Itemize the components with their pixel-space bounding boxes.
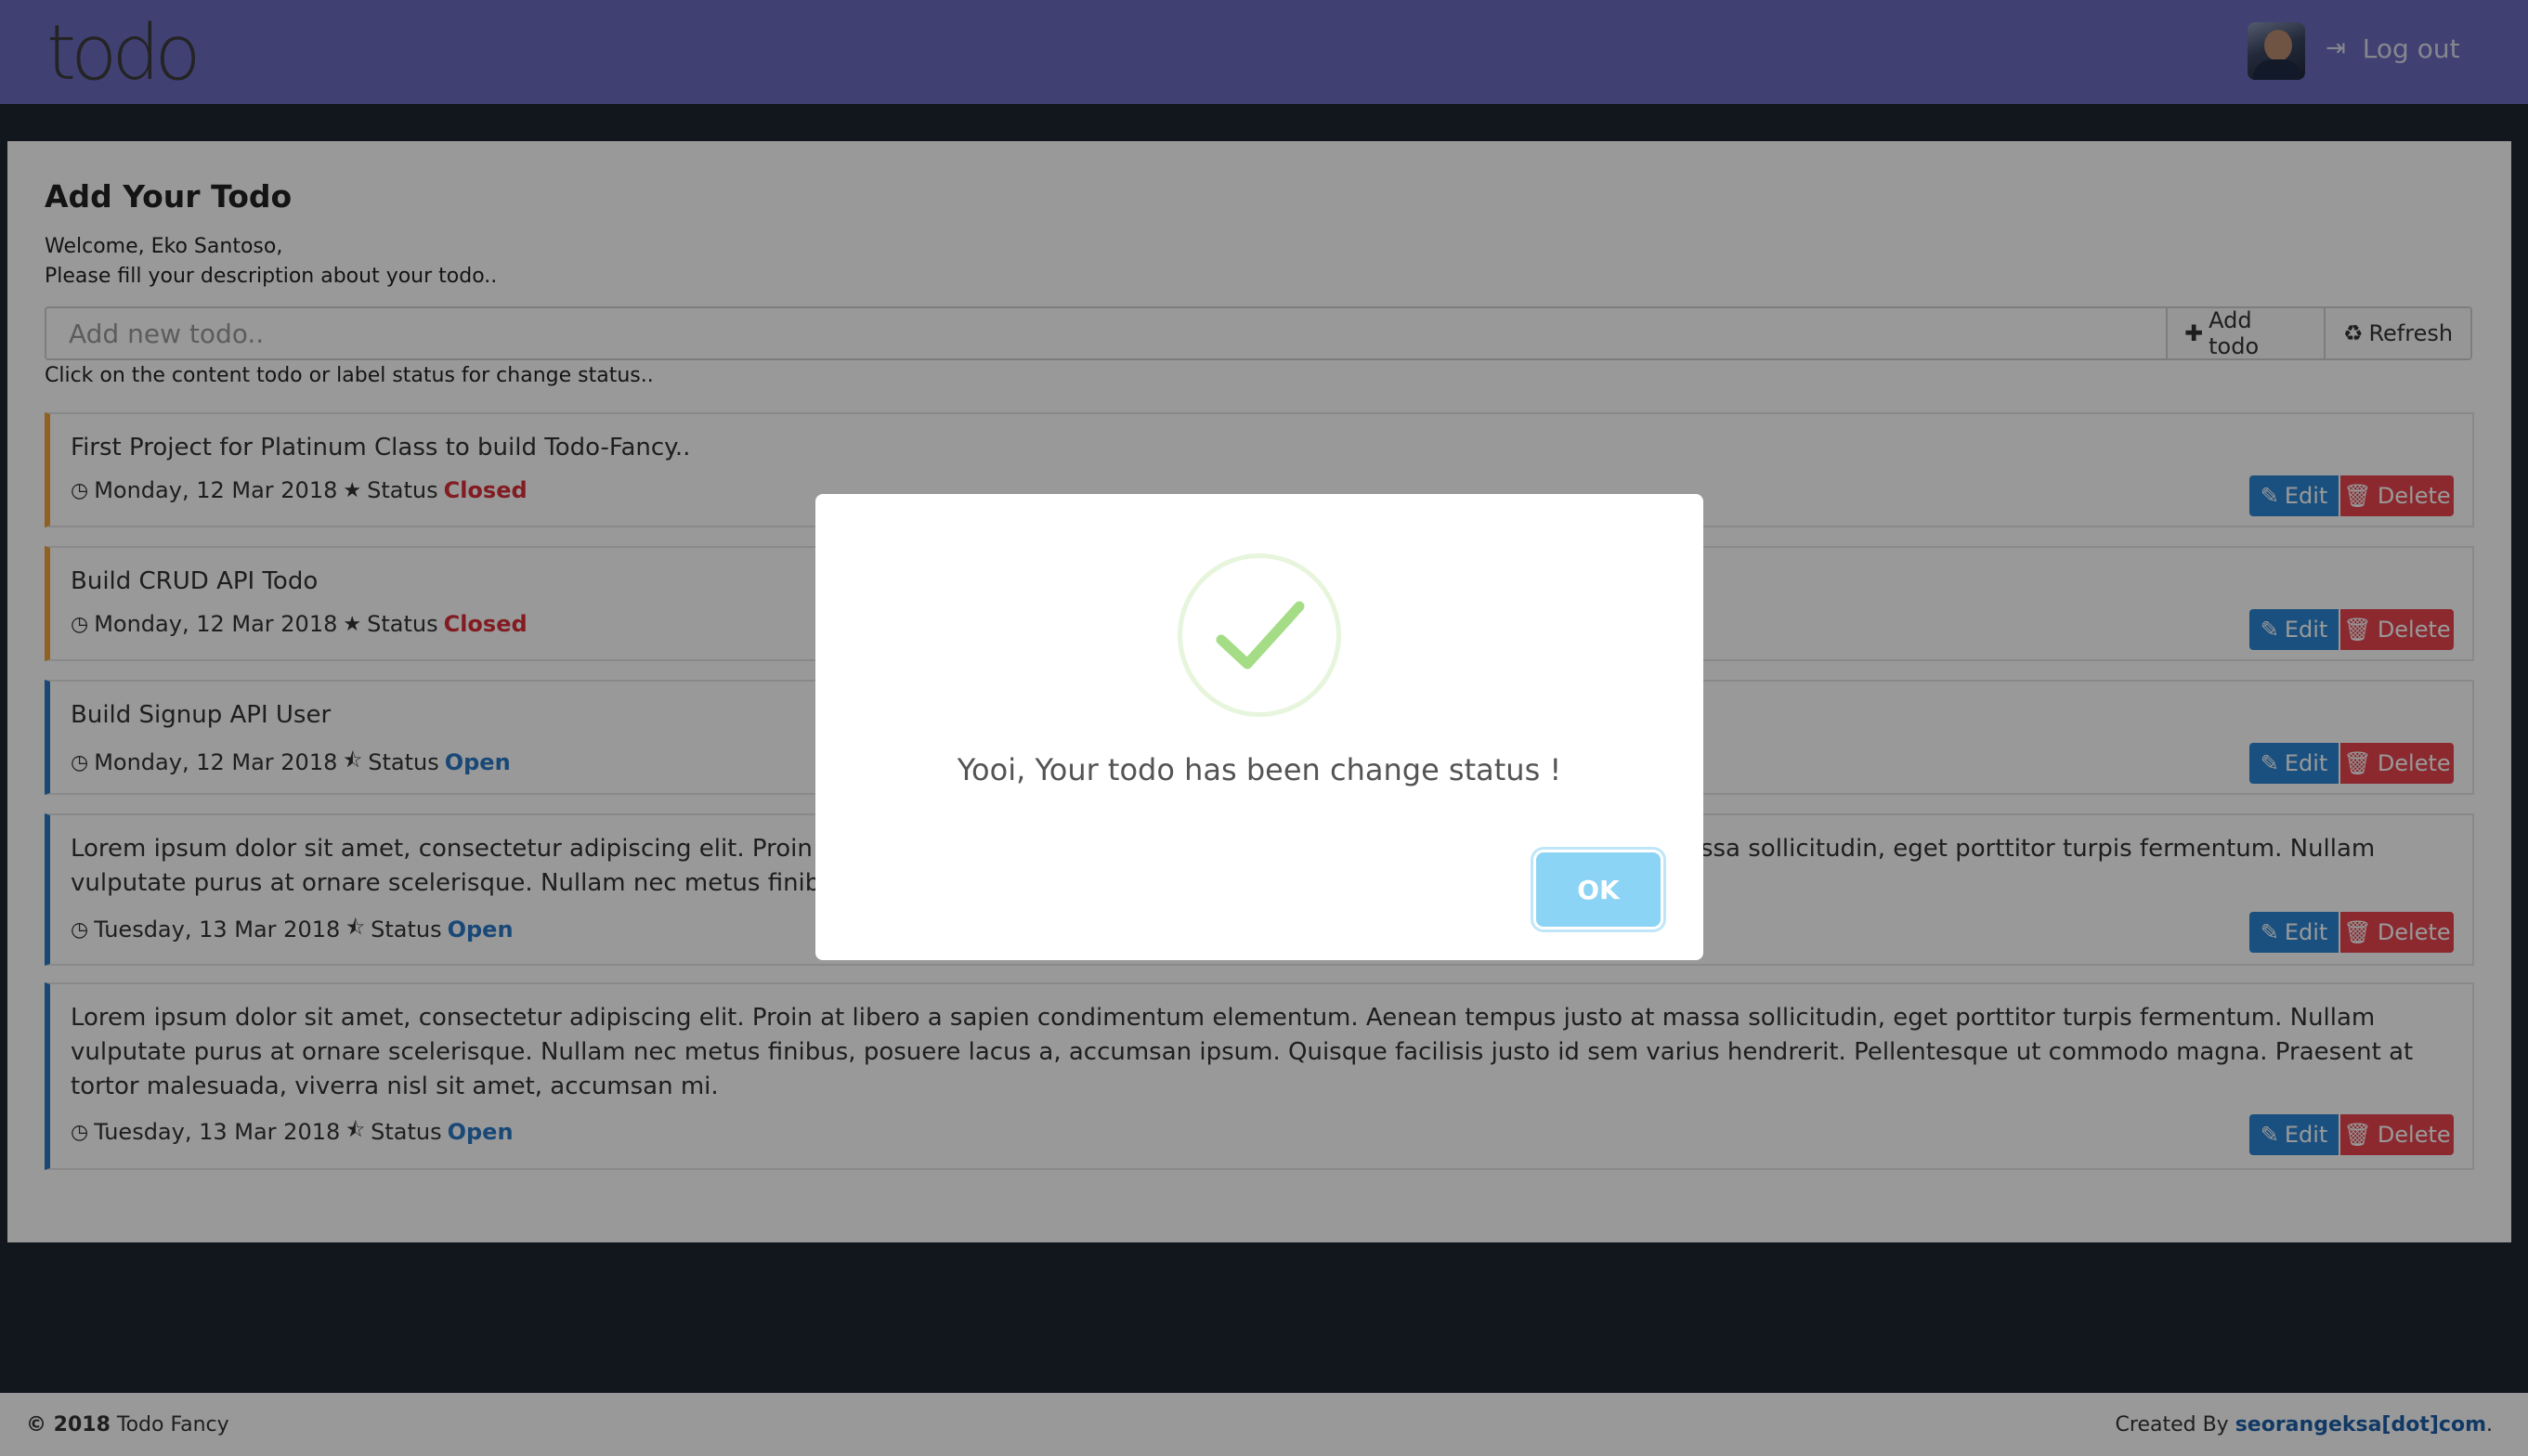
ok-button[interactable]: OK [1536,852,1661,927]
success-checkmark-icon [1178,553,1341,717]
success-modal: Yooi, Your todo has been change status !… [815,494,1703,960]
checkmark-svg [1216,601,1305,670]
modal-message: Yooi, Your todo has been change status ! [957,752,1562,787]
